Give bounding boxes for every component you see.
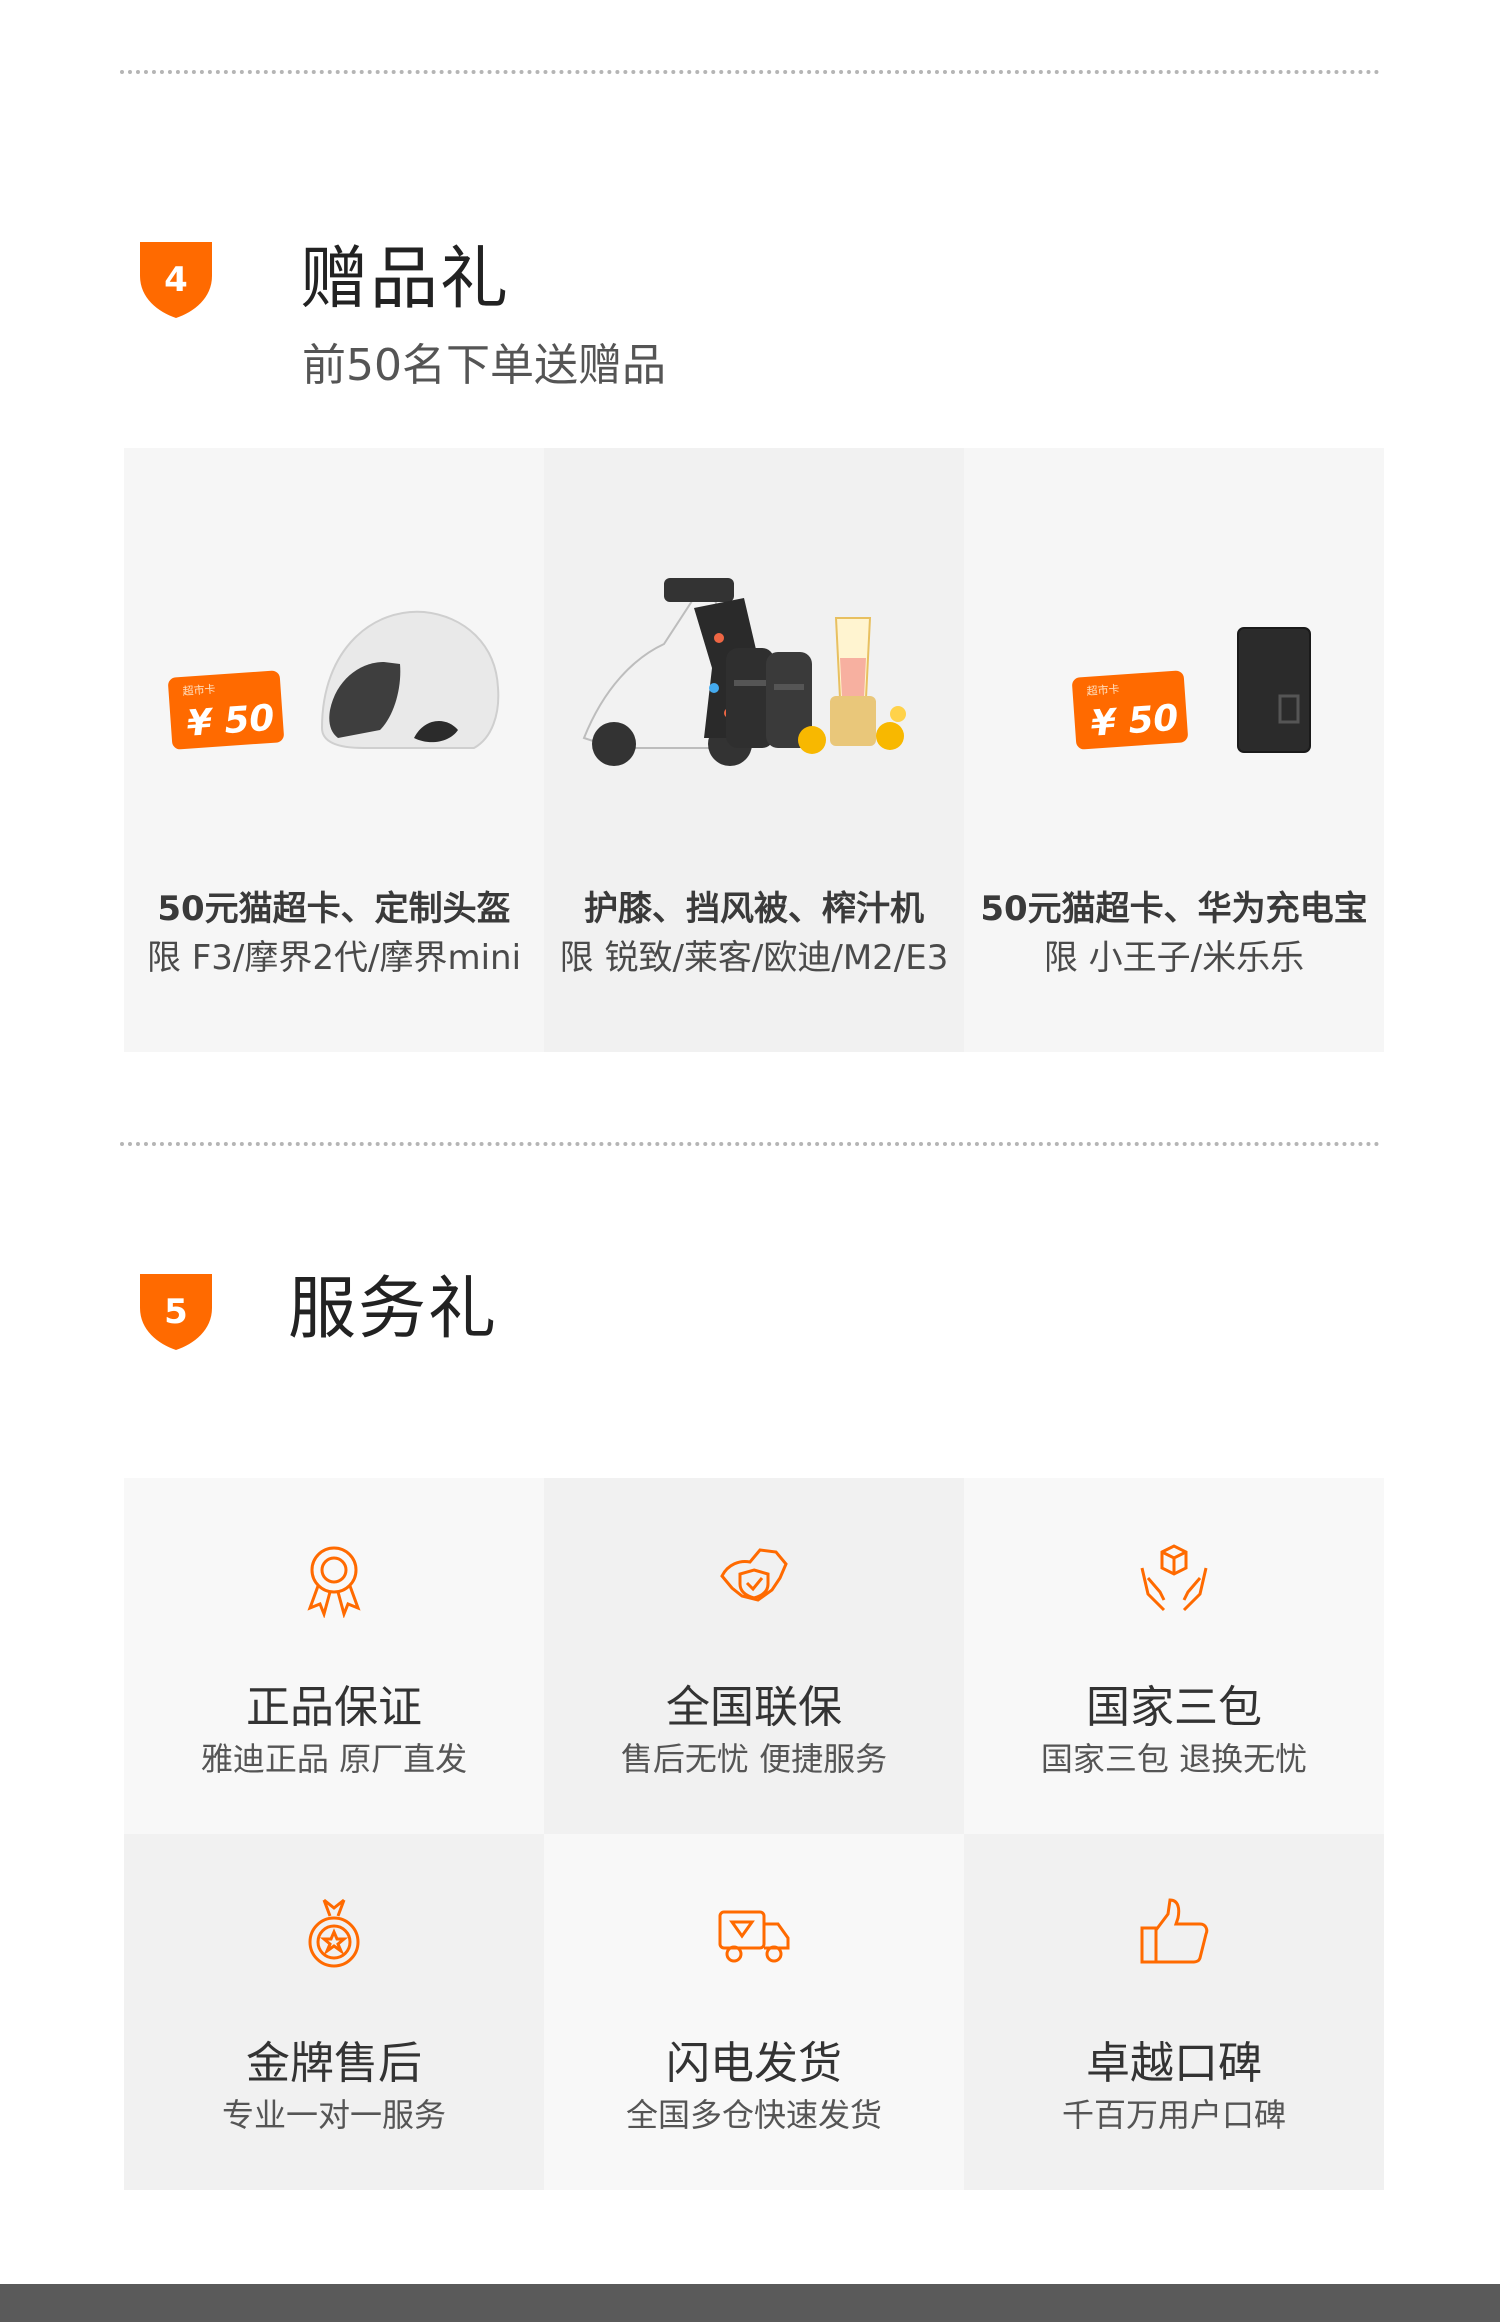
service-item[interactable]: 金牌售后 专业一对一服务 (124, 1834, 544, 2190)
power-bank-icon (1237, 627, 1311, 753)
gift-title: 50元猫超卡、定制头盔 (157, 889, 511, 929)
divider-middle (120, 1142, 1380, 1146)
gift-title: 护膝、挡风被、榨汁机 (584, 889, 924, 929)
gift-title: 50元猫超卡、华为充电宝 (980, 889, 1368, 929)
service-title: 正品保证 (246, 1682, 422, 1733)
service-subtitle: 专业一对一服务 (221, 2096, 446, 2134)
service-item[interactable]: 全国联保 售后无忧 便捷服务 (544, 1478, 964, 1834)
china-map-shield-icon (714, 1538, 794, 1618)
hands-box-icon (1134, 1538, 1214, 1618)
gift-card-icon: 超市卡 ¥ 50 (1072, 670, 1188, 750)
service-item[interactable]: 卓越口碑 千百万用户口碑 (964, 1834, 1384, 2190)
section-title: 赠品礼 (300, 240, 511, 319)
service-subtitle: 雅迪正品 原厂直发 (200, 1740, 468, 1778)
gift-item[interactable]: 护膝、挡风被、榨汁机 限 锐致/莱客/欧迪/M2/E3 (544, 448, 964, 1052)
gift-restriction: 限 锐致/莱客/欧迪/M2/E3 (559, 938, 949, 978)
gift-card-icon: 超市卡 ¥ 50 (168, 670, 284, 750)
gift-restriction: 限 F3/摩界2代/摩界mini (146, 938, 522, 978)
svg-text:5: 5 (164, 1292, 188, 1332)
gift-restriction: 限 小王子/米乐乐 (1043, 938, 1305, 978)
svg-text:¥ 50: ¥ 50 (1089, 698, 1179, 745)
service-title: 全国联保 (666, 1682, 842, 1733)
thumbs-up-icon (1134, 1894, 1214, 1974)
delivery-truck-icon (714, 1894, 794, 1974)
footer-bar (0, 2284, 1500, 2322)
svg-text:超市卡: 超市卡 (1086, 682, 1120, 698)
service-subtitle: 千百万用户口碑 (1061, 2096, 1286, 2134)
gift-image (582, 578, 906, 766)
svg-text:4: 4 (164, 260, 188, 300)
gold-medal-icon (294, 1894, 374, 1974)
service-item[interactable]: 正品保证 雅迪正品 原厂直发 (124, 1478, 544, 1834)
svg-text:¥ 50: ¥ 50 (185, 698, 275, 745)
service-title: 闪电发货 (666, 2038, 842, 2089)
service-subtitle: 售后无忧 便捷服务 (620, 1740, 888, 1778)
service-subtitle: 全国多仓快速发货 (625, 2096, 882, 2134)
section-subtitle: 前50名下单送赠品 (302, 340, 666, 391)
gift-item[interactable]: 超市卡 ¥ 50 50元猫超卡、定制头盔 限 F3/摩界2代/摩界mini (124, 448, 544, 1052)
knee-pads-icon (726, 648, 812, 748)
gift-grid: 超市卡 ¥ 50 50元猫超卡、定制头盔 限 F3/摩界2代/摩界mini 护膝… (124, 448, 1384, 1052)
medal-ribbon-icon (294, 1538, 374, 1618)
svg-text:超市卡: 超市卡 (182, 682, 216, 698)
service-subtitle: 国家三包 退换无忧 (1040, 1740, 1308, 1778)
divider-top (120, 70, 1380, 74)
gift-image: 超市卡 ¥ 50 (1072, 627, 1311, 753)
gift-image: 超市卡 ¥ 50 (168, 610, 500, 750)
section-number-badge: 4 (134, 236, 218, 320)
service-title: 国家三包 (1086, 1682, 1262, 1733)
service-item[interactable]: 闪电发货 全国多仓快速发货 (544, 1834, 964, 2190)
section-title: 服务礼 (288, 1270, 499, 1349)
gift-item[interactable]: 超市卡 ¥ 50 50元猫超卡、华为充电宝 限 小王子/米乐乐 (964, 448, 1384, 1052)
service-grid: 正品保证 雅迪正品 原厂直发 全国联保 售后无忧 便捷服务 国家三包 国家三包 … (124, 1478, 1384, 2190)
helmet-icon (320, 610, 500, 749)
service-item[interactable]: 国家三包 国家三包 退换无忧 (964, 1478, 1384, 1834)
service-title: 金牌售后 (246, 2038, 422, 2089)
service-title: 卓越口碑 (1086, 2038, 1262, 2089)
section-number-badge: 5 (134, 1268, 218, 1352)
juicer-icon (798, 617, 906, 754)
